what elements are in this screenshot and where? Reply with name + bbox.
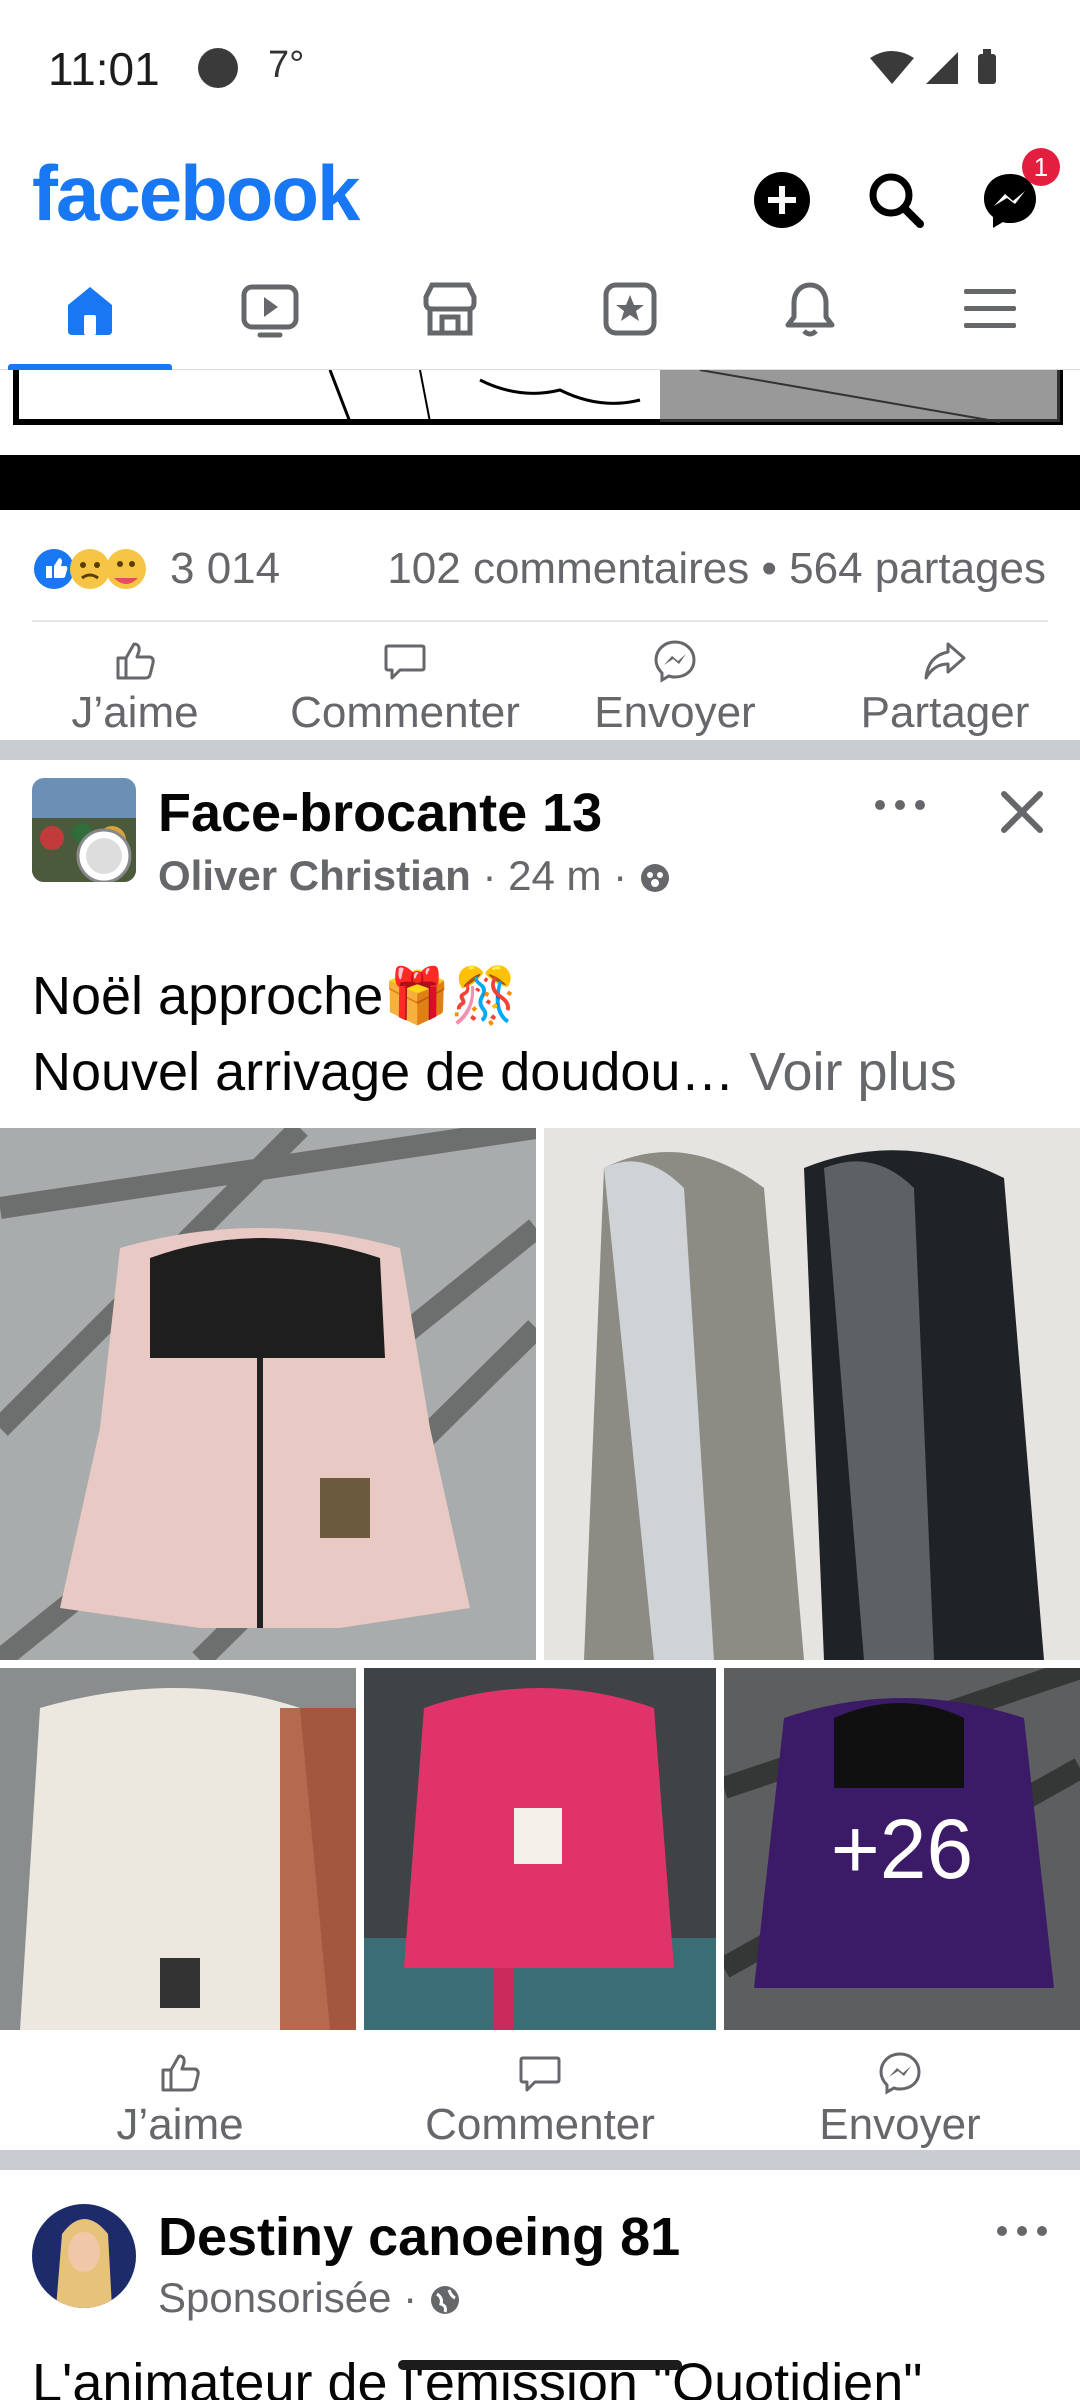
pink-jacket-image (0, 1128, 536, 1660)
app-header: facebook 1 (0, 140, 1080, 260)
comment-button[interactable]: Commenter (270, 624, 540, 744)
close-icon[interactable] (992, 782, 1052, 842)
post-image-3[interactable] (0, 1668, 356, 2030)
home-icon (68, 287, 112, 335)
post2-text-line1: Noël approche🎁🎊 (32, 966, 518, 1026)
bell-icon (785, 282, 835, 337)
comments-shares-count[interactable]: 102 commentaires • 564 partages (387, 544, 1046, 594)
messenger-badge-count: 1 (1033, 152, 1049, 182)
post3-meta: Sponsorisée · (158, 2274, 461, 2322)
comment-label: Commenter (290, 688, 520, 737)
page-avatar[interactable] (32, 2204, 136, 2308)
post-time: · 24 m · (482, 852, 628, 899)
white-jacket-image (0, 1668, 356, 2030)
post2-actions: J’aime Commenter Envoyer (0, 2036, 1080, 2156)
send-label: Envoyer (819, 2100, 981, 2149)
pink-down-jacket-image (364, 1668, 716, 2030)
post2-text-line2-body: Nouvel arrivage de doudou… (32, 1042, 735, 1102)
send-label: Envoyer (594, 688, 756, 737)
tab-pages[interactable] (540, 265, 720, 370)
sponsored-label: Sponsorisée · (158, 2274, 418, 2321)
search-button[interactable] (858, 162, 934, 238)
more-photos-overlay[interactable]: +26 (724, 1668, 1080, 2030)
see-more-link[interactable]: Voir plus (749, 1042, 956, 1102)
group-avatar-image (32, 778, 136, 882)
post2-text-line2: Nouvel arrivage de doudou… Voir plus (32, 1034, 957, 1110)
like-button[interactable]: J’aime (30, 624, 240, 744)
reactions-icon[interactable] (32, 544, 162, 594)
messenger-button[interactable]: 1 (972, 148, 1060, 238)
hamburger-icon (964, 289, 1016, 328)
tab-home[interactable] (0, 265, 180, 370)
feed-separator (0, 2150, 1080, 2170)
tab-notifications[interactable] (720, 265, 900, 370)
like-label: J’aime (71, 688, 199, 737)
store-icon (423, 282, 477, 336)
post2-header: Face-brocante 13 Oliver Christian · 24 m… (0, 760, 1080, 910)
share-icon (924, 642, 966, 680)
share-label: Partager (860, 688, 1030, 737)
create-button[interactable] (744, 162, 820, 238)
plus-icon (754, 172, 810, 228)
post1-actions: J’aime Commenter Envoyer Partager (0, 624, 1080, 744)
group-audience-icon (640, 864, 669, 892)
comment-label: Commenter (425, 2100, 655, 2149)
page-avatar-image (32, 2204, 136, 2308)
send-button[interactable]: Envoyer (570, 624, 780, 744)
like-icon (161, 2054, 200, 2092)
like-label: J’aime (116, 2100, 244, 2149)
facebook-logo[interactable]: facebook (32, 148, 360, 239)
post-image-4[interactable] (364, 1668, 716, 2030)
signal-battery-icon (870, 49, 996, 84)
group-avatar[interactable] (32, 778, 136, 882)
like-icon (116, 642, 155, 680)
flag-star-icon (603, 282, 657, 336)
divider (32, 620, 1048, 622)
more-options-icon[interactable] (870, 790, 930, 820)
group-name[interactable]: Face-brocante 13 (158, 782, 602, 844)
search-icon (869, 173, 924, 228)
fur-coats-image (544, 1128, 1080, 1660)
post-image-1[interactable] (0, 1128, 536, 1660)
tab-menu[interactable] (900, 265, 1080, 370)
comment-icon (519, 2056, 561, 2092)
tab-watch[interactable] (180, 265, 360, 370)
status-temperature: 7° (268, 44, 305, 86)
messenger-badge: 1 (1022, 148, 1060, 186)
more-photos-count: +26 (830, 1801, 974, 1896)
author-name[interactable]: Oliver Christian (158, 852, 471, 899)
post2-send-button[interactable]: Envoyer (780, 2036, 1020, 2156)
page-name[interactable]: Destiny canoeing 81 (158, 2206, 680, 2268)
tab-marketplace[interactable] (360, 265, 540, 370)
more-options-icon[interactable] (992, 2216, 1052, 2246)
post-stats: 3 014 102 commentaires • 564 partages (0, 530, 1080, 610)
reaction-count[interactable]: 3 014 (170, 544, 280, 594)
post2-meta: Oliver Christian · 24 m · (158, 852, 671, 900)
post2-text: Noël approche🎁🎊 Nouvel arrivage de doudo… (32, 958, 957, 1110)
status-bar: 11:01 7° (0, 0, 1080, 140)
post2-like-button[interactable]: J’aime (60, 2036, 300, 2156)
comment-icon (384, 644, 426, 680)
home-indicator[interactable] (398, 2360, 682, 2370)
post-image-5[interactable]: +26 (724, 1668, 1080, 2030)
video-icon (241, 284, 299, 338)
feed-separator (0, 740, 1080, 760)
post-image-2[interactable] (544, 1128, 1080, 1660)
messenger-outline-icon (654, 640, 696, 683)
post-image-bottom-band (0, 455, 1080, 510)
notification-dot-icon (198, 48, 238, 88)
navigation-tabs (0, 265, 1080, 370)
messenger-outline-icon (879, 2052, 921, 2095)
globe-icon (430, 2286, 459, 2314)
post3-header: Destiny canoeing 81 Sponsorisée · (0, 2186, 1080, 2336)
post2-comment-button[interactable]: Commenter (400, 2036, 680, 2156)
share-button[interactable]: Partager (830, 624, 1060, 744)
status-time: 11:01 (48, 43, 160, 95)
